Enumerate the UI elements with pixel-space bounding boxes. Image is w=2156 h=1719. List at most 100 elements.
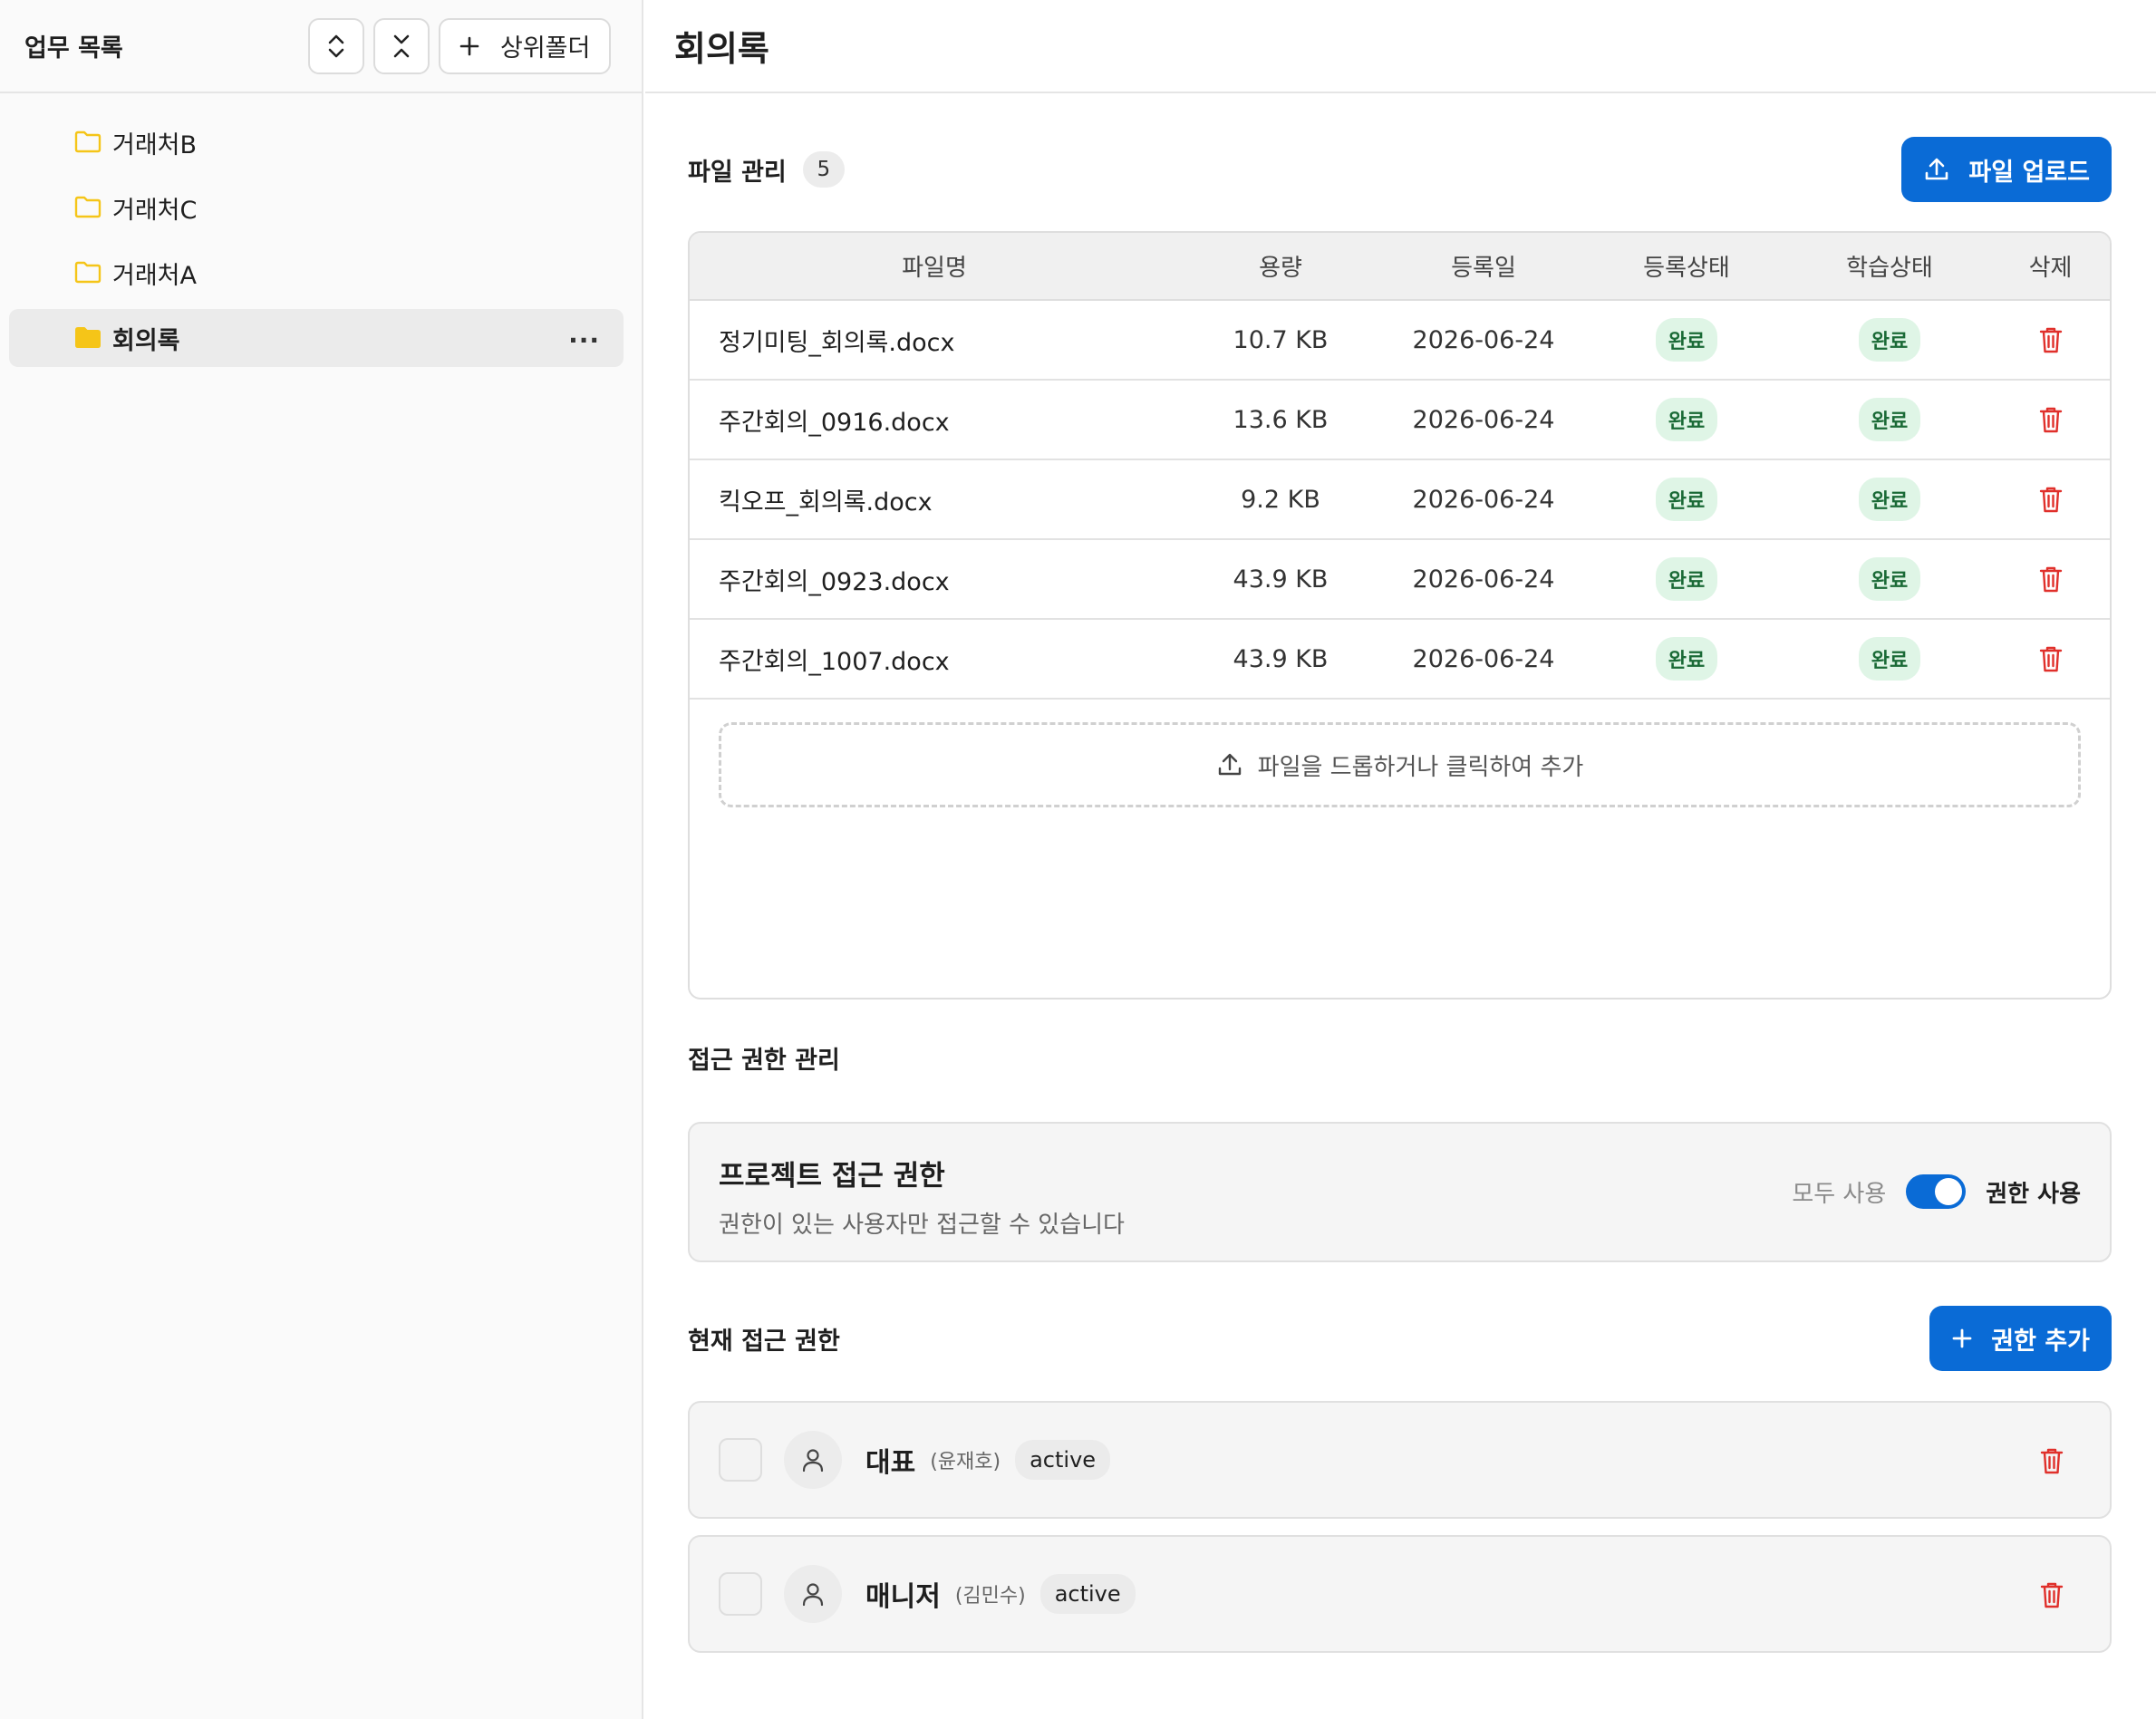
folder-outline-icon (74, 261, 102, 284)
column-header-reg-status[interactable]: 등록상태 (1585, 233, 1788, 301)
chevron-collapse-icon (393, 34, 410, 57)
current-access-header: 현재 접근 권한 권한 추가 (688, 1306, 2112, 1371)
access-toggle[interactable] (1906, 1174, 1967, 1209)
file-size: 10.7 KB (1179, 300, 1382, 381)
tree-item-label: 회의록 (112, 326, 180, 355)
user-select-checkbox[interactable] (719, 1438, 762, 1482)
table-row[interactable]: 주간회의_0923.docx 43.9 KB 2026-06-24 완료 완료 (690, 539, 2110, 620)
add-permission-label: 권한 추가 (1991, 1327, 2090, 1356)
avatar (784, 1431, 842, 1489)
column-header-date[interactable]: 등록일 (1382, 233, 1585, 301)
dropzone-label: 파일을 드롭하거나 클릭하여 추가 (1257, 753, 1584, 781)
file-size: 9.2 KB (1179, 459, 1382, 540)
file-table: 파일명 용량 등록일 등록상태 학습상태 삭제 정기미팅_회의록.docx 10… (690, 233, 2110, 700)
reg-status-badge: 완료 (1655, 478, 1718, 521)
add-root-folder-button[interactable]: 상위폴더 (439, 17, 611, 74)
table-row[interactable]: 킥오프_회의록.docx 9.2 KB 2026-06-24 완료 완료 (690, 459, 2110, 540)
upload-icon (1926, 158, 1948, 180)
column-header-filename[interactable]: 파일명 (690, 233, 1179, 301)
user-permission-row: 대표 (윤재호) active (688, 1401, 2112, 1519)
file-size: 43.9 KB (1179, 539, 1382, 620)
tree-item-meeting-notes[interactable]: 회의록 ··· (9, 309, 624, 367)
upload-icon (1218, 753, 1241, 776)
column-header-learn-status[interactable]: 학습상태 (1788, 233, 1991, 301)
trash-icon[interactable] (2038, 644, 2064, 673)
user-select-checkbox[interactable] (719, 1572, 762, 1616)
tree-item-client-b[interactable]: 거래처B (9, 113, 624, 171)
toggle-knob (1935, 1178, 1963, 1205)
table-row[interactable]: 주간회의_1007.docx 43.9 KB 2026-06-24 완료 완료 (690, 619, 2110, 700)
access-section-title: 접근 권한 관리 (688, 1047, 840, 1075)
folder-tree: 거래처B 거래처C 거래처A 회의록 ··· (0, 93, 642, 367)
table-header-row: 파일명 용량 등록일 등록상태 학습상태 삭제 (690, 233, 2110, 301)
file-name: 주간회의_1007.docx (690, 619, 1179, 700)
sidebar-header: 업무 목록 상위폴더 (0, 0, 642, 93)
add-root-folder-label: 상위폴더 (500, 34, 591, 63)
file-date: 2026-06-24 (1382, 459, 1585, 540)
file-name: 주간회의_0923.docx (690, 539, 1179, 620)
file-name: 주간회의_0916.docx (690, 380, 1179, 460)
avatar (784, 1565, 842, 1623)
plus-icon (1952, 1328, 1972, 1348)
upload-file-label: 파일 업로드 (1968, 158, 2090, 187)
table-row[interactable]: 주간회의_0916.docx 13.6 KB 2026-06-24 완료 완료 (690, 380, 2110, 460)
tree-item-label: 거래처A (112, 261, 197, 290)
trash-icon[interactable] (2038, 325, 2064, 354)
learn-status-badge: 완료 (1858, 478, 1921, 521)
toggle-on-label: 권한 사용 (1986, 1180, 2081, 1208)
current-access-title: 현재 접근 권한 (688, 1327, 840, 1356)
file-size: 43.9 KB (1179, 619, 1382, 700)
page-title: 회의록 (674, 29, 769, 69)
file-date: 2026-06-24 (1382, 619, 1585, 700)
file-size: 13.6 KB (1179, 380, 1382, 460)
table-row[interactable]: 정기미팅_회의록.docx 10.7 KB 2026-06-24 완료 완료 (690, 300, 2110, 381)
learn-status-badge: 완료 (1858, 557, 1921, 601)
collapse-all-button[interactable] (373, 17, 430, 74)
tree-item-label: 거래처C (112, 196, 198, 225)
reg-status-badge: 완료 (1655, 398, 1718, 441)
user-permission-row: 매니저 (김민수) active (688, 1535, 2112, 1653)
plus-icon (459, 36, 479, 55)
file-date: 2026-06-24 (1382, 539, 1585, 620)
tree-item-label: 거래처B (112, 130, 198, 159)
file-name: 정기미팅_회의록.docx (690, 300, 1179, 381)
user-role: 매니저 (865, 1581, 941, 1613)
file-count-badge: 5 (802, 151, 845, 188)
add-permission-button[interactable]: 권한 추가 (1929, 1306, 2112, 1371)
chevron-up-down-icon (328, 34, 344, 57)
access-toggle-group: 모두 사용 권한 사용 (1792, 1174, 2081, 1209)
status-badge: active (1015, 1440, 1111, 1480)
expand-all-button[interactable] (308, 17, 364, 74)
reg-status-badge: 완료 (1655, 637, 1718, 681)
reg-status-badge: 완료 (1655, 557, 1718, 601)
user-name: (윤재호) (930, 1451, 1001, 1473)
files-section-header: 파일 관리 5 파일 업로드 (688, 137, 2112, 202)
trash-icon[interactable] (2038, 565, 2064, 594)
user-name: (김민수) (954, 1585, 1026, 1608)
trash-icon[interactable] (2038, 485, 2064, 514)
trash-icon[interactable] (2039, 1580, 2064, 1609)
file-name: 킥오프_회의록.docx (690, 459, 1179, 540)
learn-status-badge: 완료 (1858, 318, 1921, 362)
main-panel: 회의록 파일 관리 5 파일 업로드 파일명 용량 등록일 등록상태 학습상태 … (645, 0, 2156, 1719)
tree-item-client-c[interactable]: 거래처C (9, 179, 624, 237)
status-badge: active (1039, 1574, 1136, 1614)
file-date: 2026-06-24 (1382, 300, 1585, 381)
project-access-description: 권한이 있는 사용자만 접근할 수 있습니다 (719, 1212, 1125, 1239)
more-options-icon[interactable]: ··· (568, 325, 600, 355)
file-table-card: 파일명 용량 등록일 등록상태 학습상태 삭제 정기미팅_회의록.docx 10… (688, 231, 2112, 1000)
file-dropzone[interactable]: 파일을 드롭하거나 클릭하여 추가 (719, 722, 2081, 807)
folder-outline-icon (74, 196, 102, 218)
trash-icon[interactable] (2039, 1446, 2064, 1475)
sidebar: 업무 목록 상위폴더 거래처B 거래처C 거래처A 회의록 ··· (0, 0, 643, 1719)
sidebar-title: 업무 목록 (24, 34, 123, 63)
project-access-card: 프로젝트 접근 권한 권한이 있는 사용자만 접근할 수 있습니다 모두 사용 … (688, 1122, 2112, 1262)
folder-outline-icon (74, 130, 102, 153)
column-header-delete: 삭제 (1991, 233, 2110, 301)
trash-icon[interactable] (2038, 405, 2064, 434)
upload-file-button[interactable]: 파일 업로드 (1901, 137, 2112, 202)
folder-filled-icon (75, 327, 101, 348)
learn-status-badge: 완료 (1858, 398, 1921, 441)
tree-item-client-a[interactable]: 거래처A (9, 244, 624, 302)
column-header-size[interactable]: 용량 (1179, 233, 1382, 301)
